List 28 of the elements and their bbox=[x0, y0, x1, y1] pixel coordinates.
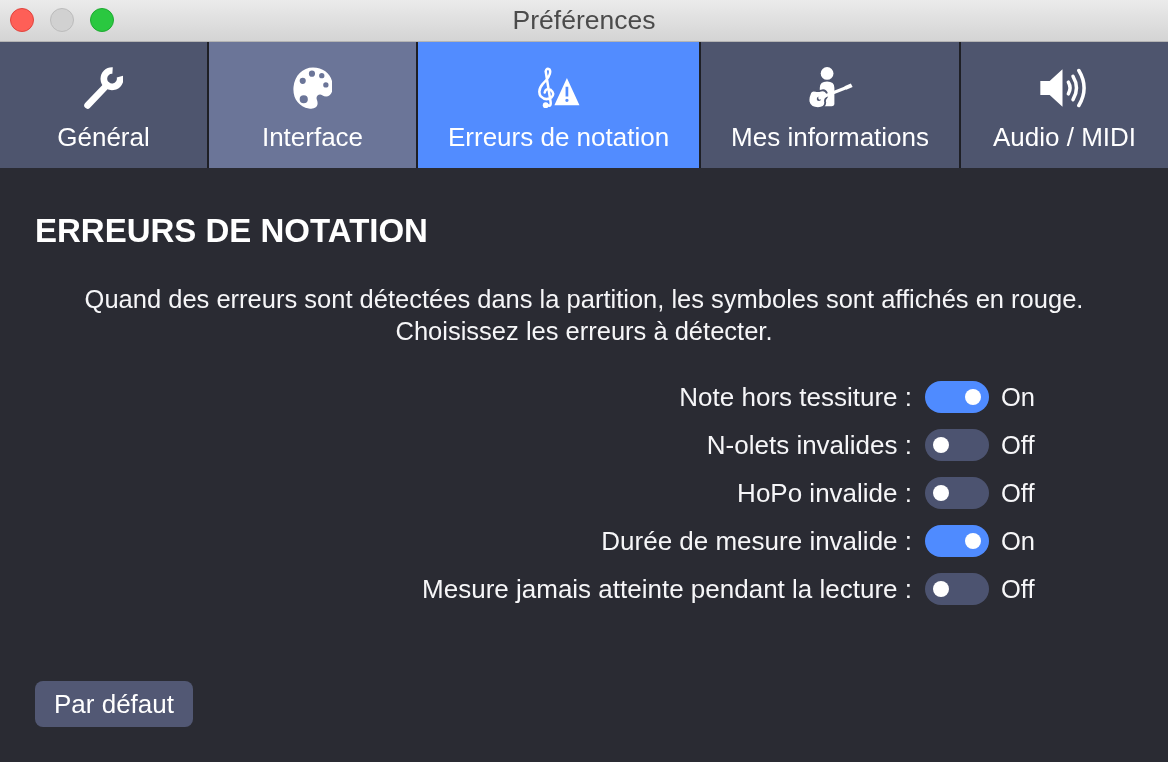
toggle-state-text: Off bbox=[1001, 429, 1036, 461]
toggle-switch[interactable] bbox=[925, 477, 989, 509]
option-label: Durée de mesure invalide : bbox=[601, 524, 912, 558]
tab[interactable]: Général bbox=[0, 42, 207, 168]
toggle-switch[interactable] bbox=[925, 429, 989, 461]
toggle-switch[interactable] bbox=[925, 381, 989, 413]
toggle-state-text: Off bbox=[1001, 573, 1036, 605]
toggle-switch[interactable] bbox=[925, 573, 989, 605]
section-heading: ERREURS DE NOTATION bbox=[35, 212, 429, 250]
default-button[interactable]: Par défaut bbox=[35, 681, 193, 727]
guitar-player-icon bbox=[807, 67, 853, 109]
option-label: Mesure jamais atteinte pendant la lecture : bbox=[422, 572, 912, 606]
tab[interactable]: Audio / MIDI bbox=[961, 42, 1168, 168]
toggle-switch[interactable] bbox=[925, 525, 989, 557]
option-label: Note hors tessiture : bbox=[679, 380, 912, 414]
toggle-state-text: On bbox=[1001, 381, 1037, 413]
description-text: Quand des erreurs sont détectées dans la partition, les symboles sont affichés en rouge. Choisissez les erreurs à détecter. bbox=[83, 284, 1085, 347]
tab[interactable]: Mes informations bbox=[701, 42, 959, 168]
tab[interactable]: Interface bbox=[209, 42, 416, 168]
toggle-state-text: On bbox=[1001, 525, 1037, 557]
close-button[interactable] bbox=[10, 8, 34, 32]
toggle-state-text: Off bbox=[1001, 477, 1036, 509]
palette-icon bbox=[292, 67, 333, 109]
wrench-icon bbox=[83, 67, 124, 109]
clef-warning-icon bbox=[537, 67, 580, 109]
window-title: Préférences bbox=[512, 4, 656, 37]
option-label: HoPo invalide : bbox=[737, 476, 912, 510]
option-label: N-olets invalides : bbox=[706, 428, 912, 462]
